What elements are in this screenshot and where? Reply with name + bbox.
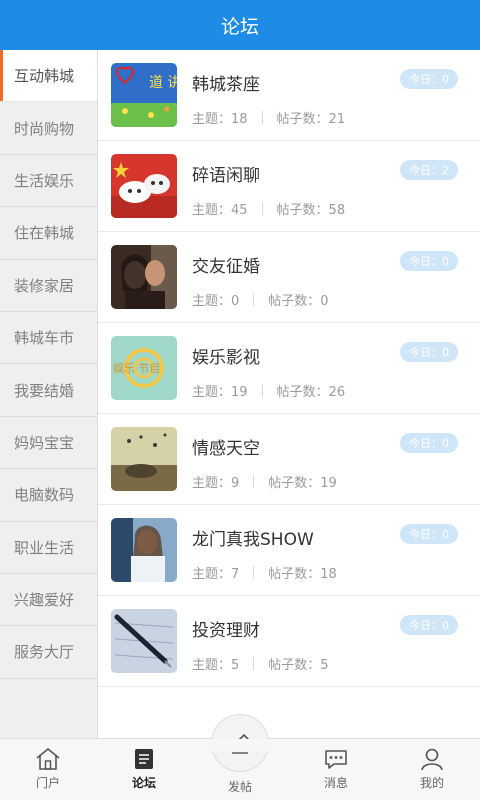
today-badge: 今日：0: [400, 342, 458, 362]
divider: [253, 566, 255, 579]
divider: [261, 384, 263, 397]
sidebar-item-hudong[interactable]: 互动韩城: [0, 50, 97, 103]
forum-list: 道 讲德 堂 韩城茶座 主题：18 帖子数：21 今日：0 碎语闲聊 主题：4: [98, 50, 480, 738]
tab-mine[interactable]: 我的: [384, 739, 480, 800]
forum-title: 投资理财: [192, 621, 260, 641]
forum-thumbnail: 娱乐 节目: [111, 336, 177, 400]
forum-title: 交友征婚: [192, 257, 260, 277]
topic-count: 主题：18: [192, 112, 248, 127]
sidebar-item-baby[interactable]: 妈妈宝宝: [0, 417, 97, 470]
category-sidebar: 互动韩城 时尚购物 生活娱乐 住在韩城 装修家居 韩城车市 我要结婚 妈妈宝宝 …: [0, 50, 98, 738]
forum-thumbnail: [111, 518, 177, 582]
today-badge: 今日：2: [400, 160, 458, 180]
today-badge: 今日：0: [400, 69, 458, 89]
sidebar-item-career[interactable]: 职业生活: [0, 522, 97, 574]
sidebar-item-shopping[interactable]: 时尚购物: [0, 102, 97, 155]
sidebar-item-wedding[interactable]: 我要结婚: [0, 364, 97, 417]
forum-title: 韩城茶座: [192, 75, 260, 95]
divider: [261, 111, 263, 124]
tab-messages-label: 消息: [323, 776, 348, 790]
post-count: 帖子数：26: [276, 385, 346, 400]
forum-row[interactable]: 龙门真我SHOW 主题：7 帖子数：18 今日：0: [98, 505, 480, 596]
forum-row[interactable]: 情感天空 主题：9 帖子数：19 今日：0: [98, 414, 480, 505]
forum-stats: 主题：9 帖子数：19: [192, 472, 337, 491]
forum-stats: 主题：7 帖子数：18: [192, 563, 337, 582]
thumb-text: 道 讲德 堂: [149, 75, 177, 91]
tab-mine-label: 我的: [419, 776, 444, 790]
tab-forum-label: 论坛: [131, 776, 156, 790]
tab-home-label: 门户: [35, 776, 60, 790]
divider: [253, 293, 255, 306]
forum-stats: 主题：45 帖子数：58: [192, 199, 345, 218]
tab-forum[interactable]: 论坛: [96, 739, 192, 800]
forum-row[interactable]: 娱乐 节目 娱乐影视 主题：19 帖子数：26 今日：0: [98, 323, 480, 414]
chat-bubble-icon: [325, 750, 347, 769]
topic-count: 主题：19: [192, 385, 248, 400]
forum-row[interactable]: 碎语闲聊 主题：45 帖子数：58 今日：2: [98, 141, 480, 232]
tab-bar-notch-cover: [205, 739, 275, 751]
tab-home[interactable]: 门户: [0, 739, 96, 800]
topic-count: 主题：7: [192, 567, 240, 582]
sidebar-item-hobby[interactable]: 兴趣爱好: [0, 574, 97, 627]
sidebar-item-digital[interactable]: 电脑数码: [0, 469, 97, 522]
home-icon: [36, 747, 60, 770]
forum-stats: 主题：18 帖子数：21: [192, 108, 345, 127]
app-header: 论坛: [0, 0, 480, 50]
forum-title: 龙门真我SHOW: [192, 530, 314, 550]
forum-icon: [135, 749, 153, 769]
topic-count: 主题：5: [192, 658, 240, 673]
post-count: 帖子数：18: [268, 567, 337, 582]
forum-row[interactable]: 投资理财 主题：5 帖子数：5 今日：0: [98, 596, 480, 687]
forum-thumbnail: 道 讲德 堂: [111, 63, 177, 127]
sidebar-item-cars[interactable]: 韩城车市: [0, 312, 97, 365]
divider: [253, 475, 255, 488]
forum-stats: 主题：5 帖子数：5: [192, 654, 329, 673]
new-post-label: 发帖: [227, 780, 252, 794]
user-icon: [421, 748, 443, 771]
forum-title: 娱乐影视: [192, 348, 260, 368]
topic-count: 主题：9: [192, 476, 240, 491]
post-count: 帖子数：58: [276, 203, 346, 218]
divider: [253, 657, 255, 670]
sidebar-item-service[interactable]: 服务大厅: [0, 626, 97, 679]
post-count: 帖子数：5: [268, 658, 329, 673]
forum-row[interactable]: 道 讲德 堂 韩城茶座 主题：18 帖子数：21 今日：0: [98, 50, 480, 141]
sidebar-item-housing[interactable]: 住在韩城: [0, 207, 97, 260]
tab-messages[interactable]: 消息: [288, 739, 384, 800]
forum-title: 情感天空: [192, 439, 260, 459]
post-count: 帖子数：0: [268, 294, 329, 309]
page-title: 论坛: [220, 15, 259, 38]
forum-title: 碎语闲聊: [192, 166, 260, 186]
sidebar-item-decoration[interactable]: 装修家居: [0, 260, 97, 312]
forum-thumbnail: [111, 609, 177, 673]
divider: [261, 202, 263, 215]
post-count: 帖子数：19: [268, 476, 337, 491]
forum-stats: 主题：0 帖子数：0: [192, 290, 329, 309]
today-badge: 今日：0: [400, 615, 458, 635]
topic-count: 主题：45: [192, 203, 248, 218]
topic-count: 主题：0: [192, 294, 240, 309]
forum-row[interactable]: 交友征婚 主题：0 帖子数：0 今日：0: [98, 232, 480, 323]
forum-thumbnail: [111, 245, 177, 309]
sidebar-item-life[interactable]: 生活娱乐: [0, 155, 97, 208]
today-badge: 今日：0: [400, 524, 458, 544]
forum-thumbnail: [111, 427, 177, 491]
forum-thumbnail: [111, 154, 177, 218]
forum-stats: 主题：19 帖子数：26: [192, 381, 345, 400]
today-badge: 今日：0: [400, 251, 458, 271]
post-count: 帖子数：21: [276, 112, 346, 127]
thumb-text: 娱乐 节目: [113, 361, 161, 375]
today-badge: 今日：0: [400, 433, 458, 453]
